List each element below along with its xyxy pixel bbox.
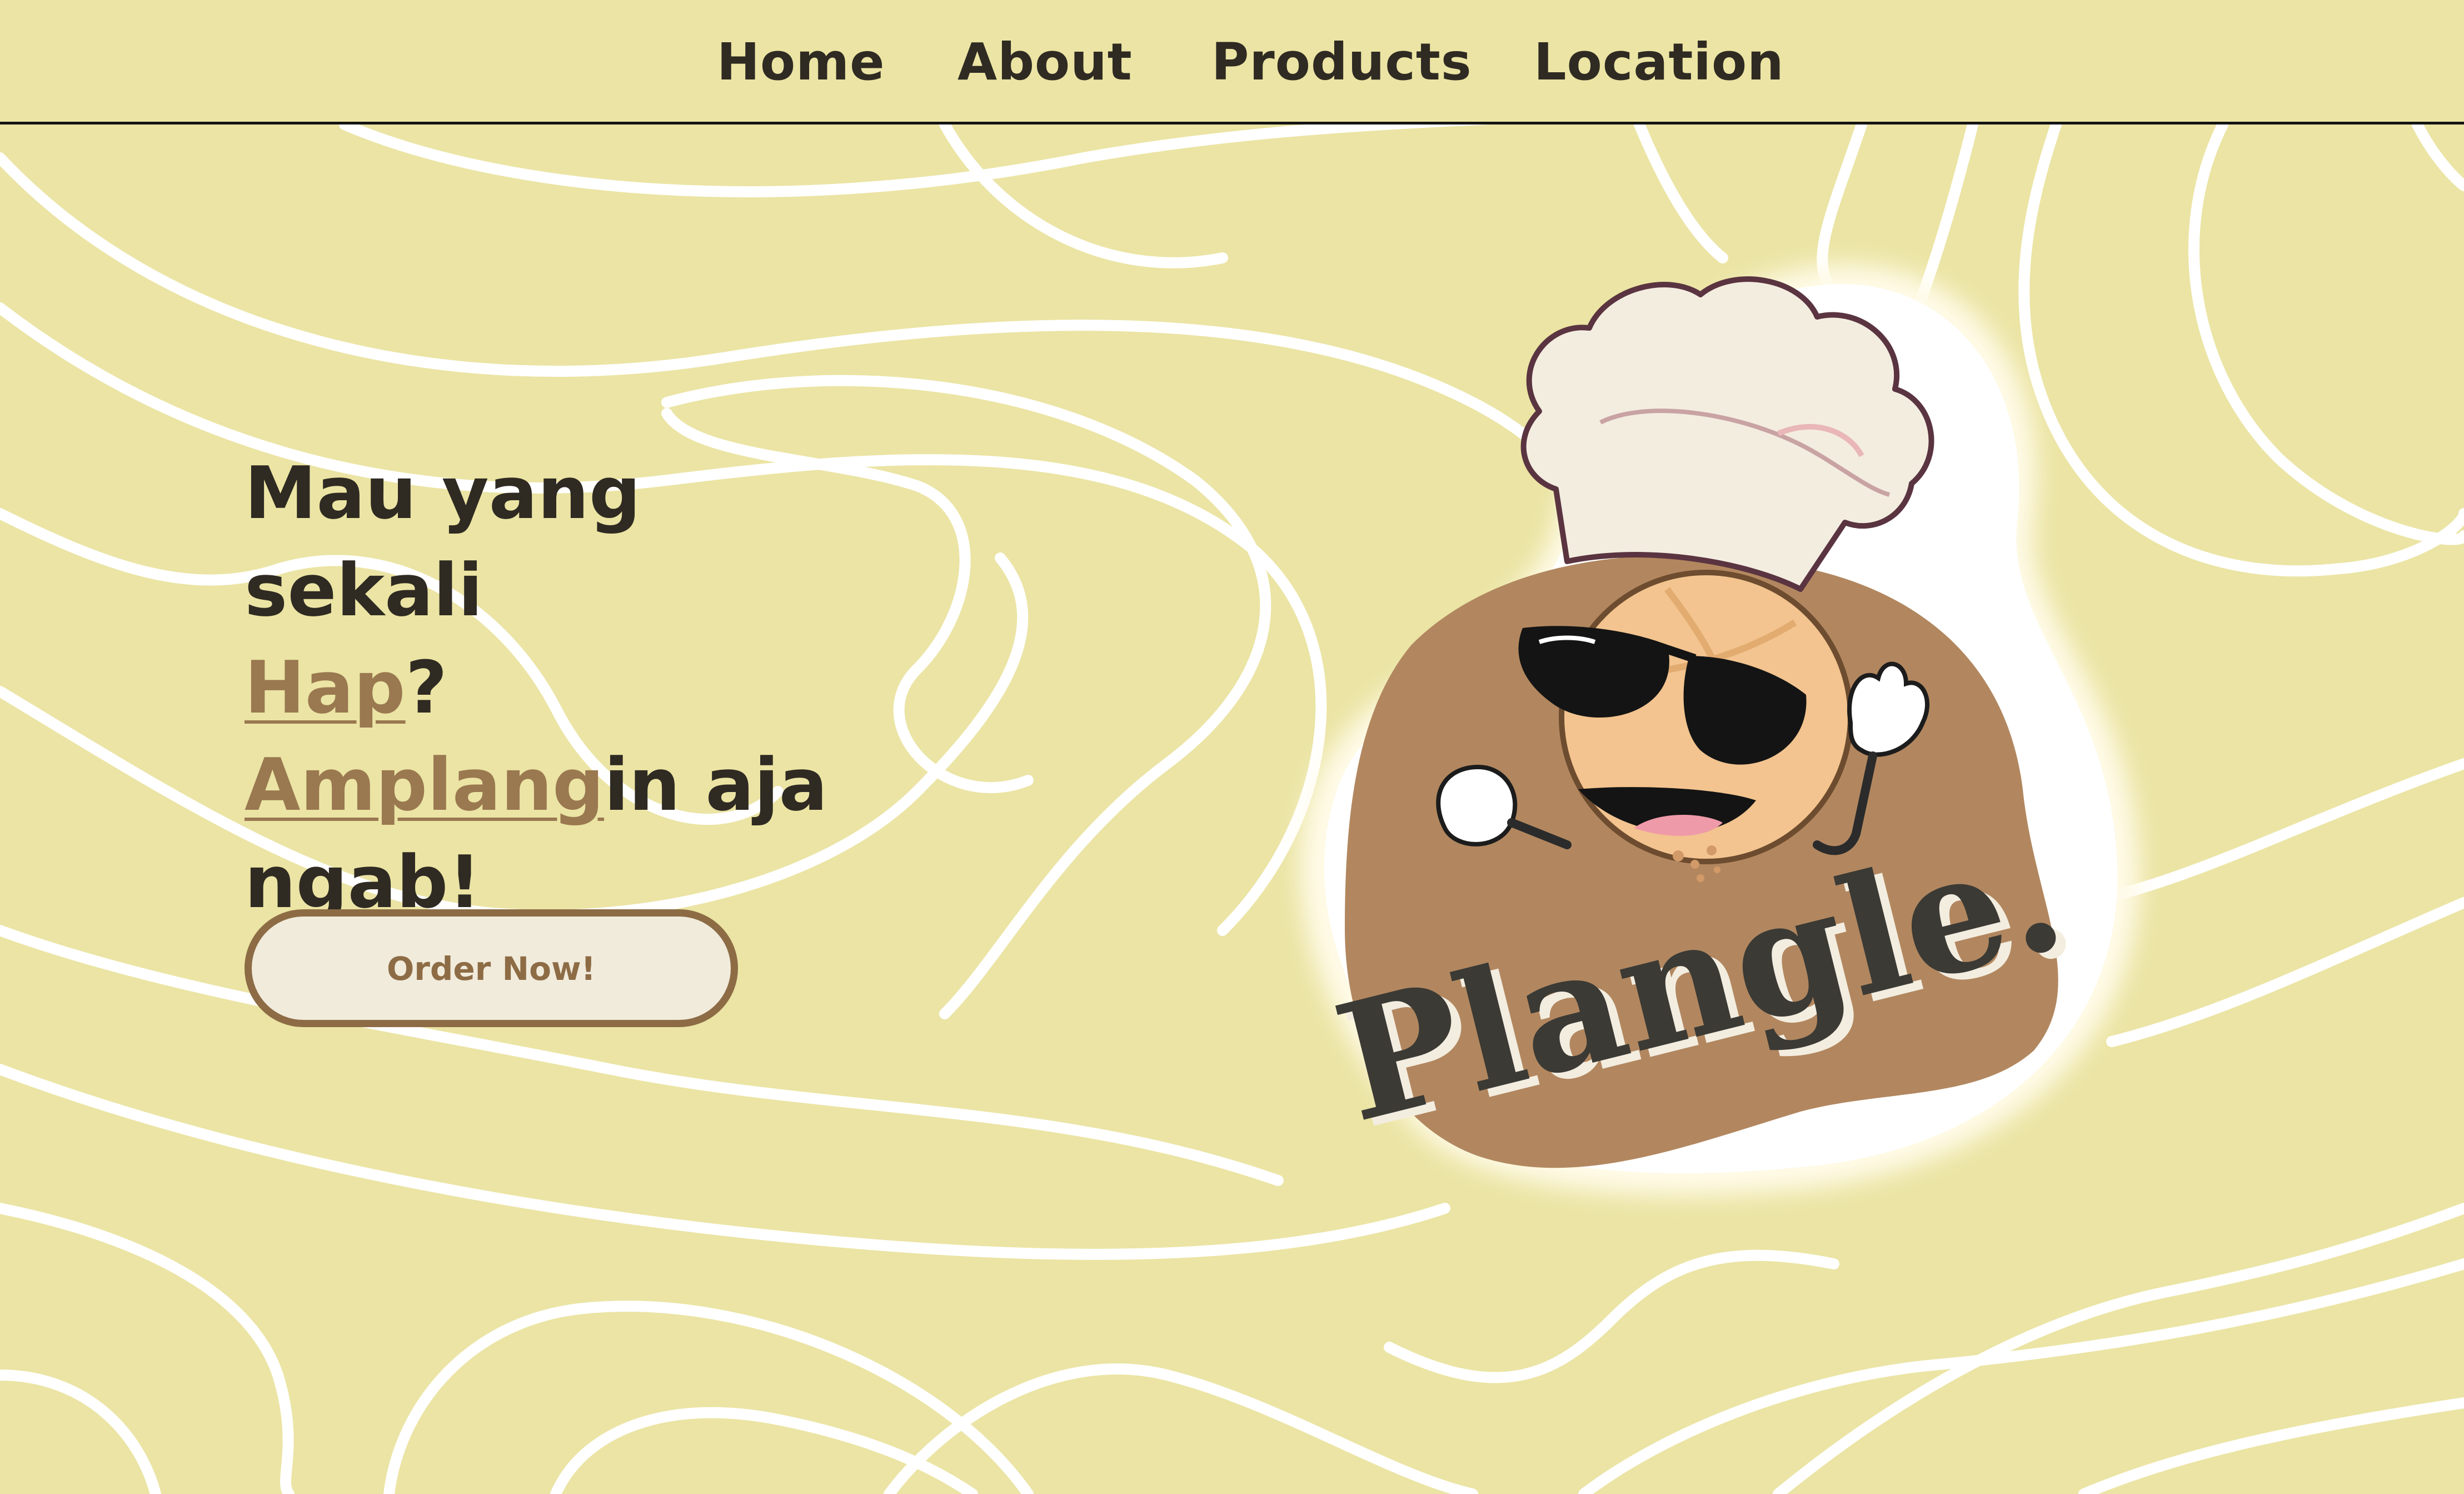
hero-line-3: Amplangin aja — [245, 736, 900, 834]
plangle-logo: Plangle. Plangle. — [1299, 264, 2140, 1196]
order-now-button[interactable]: Order Now! — [245, 909, 738, 1027]
amplang-highlight: Amplang — [245, 743, 605, 827]
nav-link-home[interactable]: Home — [717, 31, 885, 93]
nav-link-location[interactable]: Location — [1534, 31, 1784, 93]
page: Home About Products Location Mau yang se… — [0, 0, 2464, 1494]
top-nav: Home About Products Location — [0, 0, 2464, 124]
hero-line-2: Hap? — [245, 639, 900, 736]
in-aja-text: in aja — [604, 743, 828, 827]
question-mark: ? — [405, 645, 448, 730]
hero-line-1: Mau yang sekali — [245, 451, 641, 633]
hero-heading: Mau yang sekali Hap? Amplangin aja ngab! — [245, 445, 900, 931]
nav-link-about[interactable]: About — [957, 31, 1133, 93]
nav-link-products[interactable]: Products — [1211, 31, 1472, 93]
hap-highlight: Hap — [245, 645, 406, 730]
